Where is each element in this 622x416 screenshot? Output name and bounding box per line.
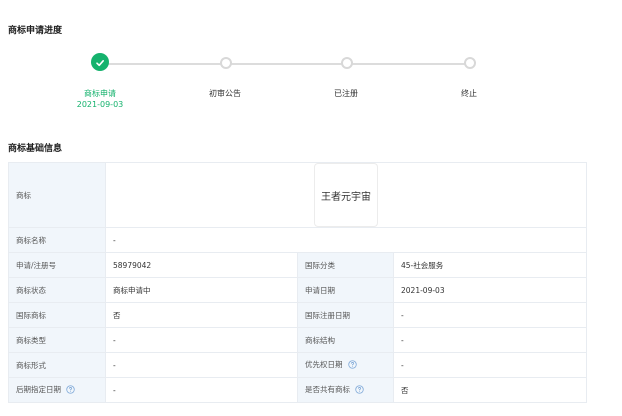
priority-date-label: 优先权日期: [305, 360, 343, 370]
basic-info-title: 商标基础信息: [8, 144, 63, 154]
trademark-image-cell: 王者元宇宙: [104, 162, 588, 228]
name-label: 商标名称: [8, 227, 106, 253]
reg-number-label: 申请/注册号: [8, 252, 106, 278]
priority-date-value: -: [392, 352, 588, 378]
table-row: 国际商标 否 国际注册日期 -: [8, 302, 588, 328]
later-designation-label: 后期指定日期: [16, 385, 61, 395]
table-row: 后期指定日期 - 是否共有商标 否: [8, 377, 588, 403]
question-circle-icon[interactable]: [348, 360, 357, 371]
mark-form-label: 商标形式: [8, 352, 106, 378]
intl-reg-date-value: -: [392, 302, 588, 328]
step-2-label: 初审公告: [209, 89, 241, 98]
intl-mark-value: 否: [105, 302, 298, 328]
question-circle-icon[interactable]: [355, 385, 365, 396]
progress-title: 商标申请进度: [8, 26, 63, 36]
mark-structure-value: -: [392, 327, 588, 353]
step-1-date: 2021-09-03: [76, 100, 124, 109]
table-row: 商标类型 - 商标结构 -: [8, 327, 588, 353]
apply-date-label: 申请日期: [297, 277, 394, 303]
status-value: 商标申请中: [105, 277, 298, 303]
shared-mark-label-cell: 是否共有商标: [297, 377, 394, 403]
intl-mark-label: 国际商标: [8, 302, 106, 328]
step-3-node: [341, 57, 353, 69]
reg-number-value: 58979042: [105, 252, 298, 278]
mark-type-value: -: [105, 327, 298, 353]
table-row: 商标形式 - 优先权日期 -: [8, 352, 588, 378]
priority-date-label-cell: 优先权日期: [297, 352, 394, 378]
shared-mark-label: 是否共有商标: [305, 385, 350, 395]
question-circle-icon[interactable]: [66, 385, 76, 396]
status-label: 商标状态: [8, 277, 106, 303]
progress-stepper: 商标申请 2021-09-03 初审公告 已注册 终止: [0, 52, 622, 122]
later-designation-value: -: [105, 377, 298, 403]
apply-date-value: 2021-09-03: [392, 277, 588, 303]
mark-structure-label: 商标结构: [297, 327, 394, 353]
table-row: 商标名称 -: [8, 227, 588, 253]
later-designation-label-cell: 后期指定日期: [8, 377, 106, 403]
step-1-label: 商标申请: [84, 89, 116, 98]
table-row: 商标状态 商标申请中 申请日期 2021-09-03: [8, 277, 588, 303]
step-3-label: 已注册: [334, 89, 358, 98]
trademark-label: 商标: [8, 162, 106, 228]
basic-info-table: 商标 王者元宇宙 商标名称 - 申请/注册号 58979042 国际分类 45-…: [8, 162, 588, 403]
trademark-row: 商标 王者元宇宙: [8, 162, 588, 228]
step-1-node: [91, 53, 109, 71]
intl-class-value: 45-社会服务: [392, 252, 588, 278]
step-4-label: 终止: [461, 89, 477, 98]
step-4-node: [464, 57, 476, 69]
check-icon: [95, 53, 105, 72]
mark-type-label: 商标类型: [8, 327, 106, 353]
mark-form-value: -: [105, 352, 298, 378]
intl-reg-date-label: 国际注册日期: [297, 302, 394, 328]
shared-mark-value: 否: [392, 377, 588, 403]
table-row: 申请/注册号 58979042 国际分类 45-社会服务: [8, 252, 588, 278]
name-value: -: [104, 227, 588, 253]
progress-track: [100, 63, 469, 65]
intl-class-label: 国际分类: [297, 252, 394, 278]
trademark-text: 王者元宇宙: [321, 191, 371, 203]
trademark-image[interactable]: 王者元宇宙: [314, 163, 378, 227]
step-2-node: [220, 57, 232, 69]
